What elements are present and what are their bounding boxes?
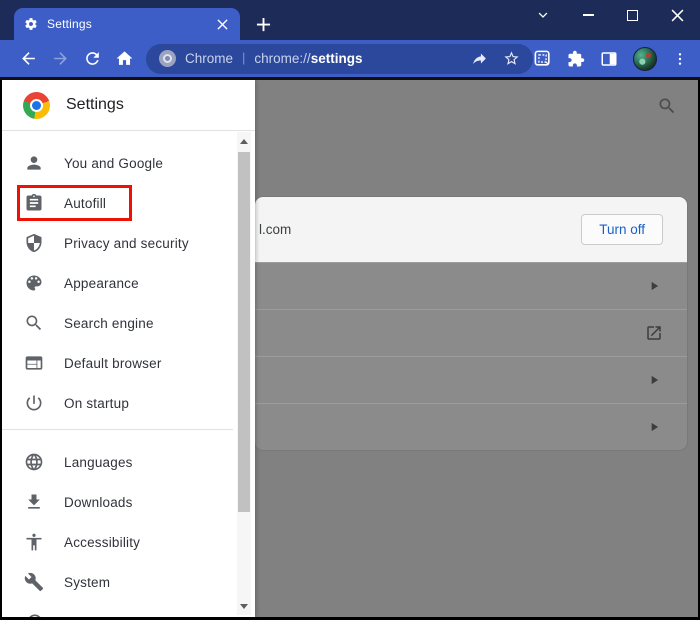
sync-account-row: l.com Turn off [255,197,687,262]
chevron-right-icon [647,373,661,387]
menu-divider [2,429,233,430]
kebab-menu-icon[interactable] [672,51,688,67]
drawer-scrollbar[interactable] [237,132,251,615]
sidebar-item-label: Privacy and security [64,235,189,251]
settings-row[interactable] [255,309,687,356]
sidebar-item-you-and-google[interactable]: You and Google [2,143,255,183]
wrench-icon [24,572,44,592]
snip-icon[interactable] [533,49,552,68]
page-content: l.com Turn off Settings You and Google A… [0,80,700,620]
url-scheme: chrome:// [254,51,311,66]
account-text: l.com [259,222,292,237]
sidebar-item-default-browser[interactable]: Default browser [2,343,255,383]
scroll-up-icon[interactable] [237,134,251,148]
reset-icon [24,612,44,617]
forward-button[interactable] [44,44,76,74]
globe-icon [24,452,44,472]
sidebar-item-label: Downloads [64,494,133,510]
new-tab-button[interactable] [250,11,276,37]
close-icon[interactable] [215,17,230,32]
sidebar-item-label: System [64,574,111,590]
sidebar-item-system[interactable]: System [2,562,255,602]
tab-title: Settings [47,17,92,31]
download-icon [24,492,44,512]
sidebar-item-languages[interactable]: Languages [2,442,255,482]
maximize-icon[interactable] [627,9,638,21]
side-panel-icon[interactable] [600,50,618,68]
minimize-icon[interactable] [583,14,594,16]
chrome-logo-icon [23,91,50,119]
clipboard-icon [24,193,44,213]
settings-row[interactable] [255,403,687,450]
toolbar-actions [533,46,688,71]
back-button[interactable] [12,44,44,74]
url-host: settings [310,51,363,66]
sidebar-item-accessibility[interactable]: Accessibility [2,522,255,562]
window-controls [536,3,684,27]
sidebar-item-label: Languages [64,454,133,470]
arrow-right-icon [51,49,70,68]
person-icon [24,153,44,173]
home-icon [115,49,134,68]
turn-off-button[interactable]: Turn off [581,214,663,245]
share-icon[interactable] [471,50,488,67]
settings-card: l.com Turn off [255,197,687,450]
star-icon[interactable] [503,50,520,67]
sidebar-item-autofill[interactable]: Autofill [2,183,255,223]
omnibox-separator: | [242,50,246,65]
sidebar-item-label: Reset and clean up [64,615,184,618]
open-in-new-icon [645,324,663,342]
sidebar-item-reset-and-clean-up[interactable]: Reset and clean up [2,602,255,617]
page-title: Settings [66,96,124,113]
settings-drawer: Settings You and Google Autofill Privacy… [2,80,255,617]
sidebar-item-label: Search engine [64,315,154,331]
address-bar[interactable]: Chrome | chrome://settings [146,43,533,74]
sidebar-item-search-engine[interactable]: Search engine [2,303,255,343]
omnibox-url[interactable]: chrome://settings [254,51,456,66]
chevron-right-icon [647,279,661,293]
arrow-left-icon [19,49,38,68]
chevron-right-icon [647,420,661,434]
sidebar-item-label: On startup [64,395,130,411]
toolbar: Chrome | chrome://settings [0,40,700,77]
avatar[interactable] [633,46,657,71]
omnibox-site-label: Chrome [185,51,234,66]
sidebar-item-label: Accessibility [64,534,141,550]
home-button[interactable] [108,44,140,74]
sidebar-item-label: Appearance [64,275,139,291]
sidebar-item-downloads[interactable]: Downloads [2,482,255,522]
sidebar-item-appearance[interactable]: Appearance [2,263,255,303]
sidebar-item-label: Default browser [64,355,162,371]
titlebar: Settings [0,0,700,40]
settings-menu: You and Google Autofill Privacy and secu… [2,131,255,617]
plus-icon [256,17,271,32]
browser-window: Settings Chrome | chrome://settings l.co… [0,0,700,620]
chrome-logo-icon [159,50,176,67]
search-icon [24,313,44,333]
reload-button[interactable] [76,44,108,74]
drawer-header: Settings [2,80,255,131]
accessibility-icon [24,532,44,552]
reload-icon [83,49,102,68]
scroll-down-icon[interactable] [237,599,251,613]
sidebar-item-label: Autofill [64,195,107,211]
browser-window-icon [24,353,44,373]
chevron-down-icon[interactable] [536,8,550,22]
sidebar-item-label: You and Google [64,155,164,171]
sidebar-item-privacy-and-security[interactable]: Privacy and security [2,223,255,263]
settings-row[interactable] [255,356,687,403]
sidebar-item-on-startup[interactable]: On startup [2,383,255,423]
search-icon[interactable] [657,96,677,116]
puzzle-icon[interactable] [567,50,585,68]
power-icon [24,393,44,413]
shield-icon [24,233,44,253]
gear-icon [24,17,38,31]
palette-icon [24,273,44,293]
close-icon[interactable] [671,9,684,22]
settings-row[interactable] [255,262,687,309]
scrollbar-thumb[interactable] [238,152,250,512]
tab-settings[interactable]: Settings [14,8,240,40]
